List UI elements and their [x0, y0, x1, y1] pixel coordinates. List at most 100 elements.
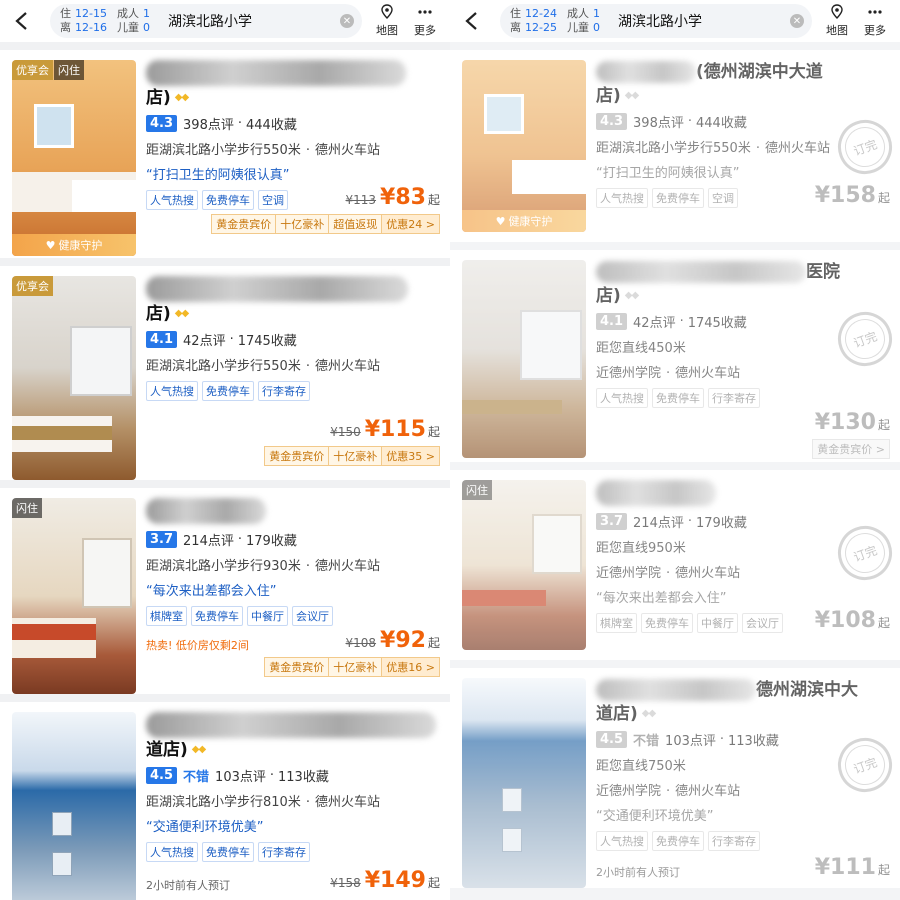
hotel-name-redacted [596, 61, 696, 83]
original-price: ¥150 [330, 425, 361, 439]
price: ¥111 [814, 855, 876, 880]
nearby-text: 近德州学院 [596, 784, 662, 799]
clear-icon[interactable]: ✕ [790, 14, 804, 28]
date-guest-summary[interactable]: 住 12-24 成人 1 离 12-25 儿童 0 [510, 7, 618, 35]
distance-text: 距湖滨北路小学步行810米 [146, 795, 301, 810]
rating-score: 4.3 [146, 115, 178, 132]
diamond-icon: ◆◆ [174, 308, 189, 319]
map-button[interactable]: 地图 [368, 4, 406, 38]
hotel-name[interactable]: 店) [146, 302, 171, 326]
rating-score: 4.1 [146, 331, 178, 348]
feature-chip: 免费停车 [191, 606, 243, 626]
hotel-photo[interactable] [12, 712, 136, 900]
rating-score: 4.5 [596, 731, 628, 748]
favorite-count: 444收藏 [696, 116, 747, 131]
rating-score: 4.5 [146, 767, 178, 784]
landmark-text: 德州火车站 [314, 143, 380, 158]
feature-chip: 行李寄存 [258, 842, 310, 862]
rating-score: 3.7 [596, 513, 628, 530]
hotel-photo[interactable]: 闪住 [12, 498, 136, 694]
favorite-count: 113收藏 [728, 734, 779, 749]
diamond-icon: ◆◆ [624, 90, 639, 101]
hotel-card[interactable]: 德州湖滨中大 道店) ◆◆ 4.5 不错 103点评 · 113收藏 距您直线75… [450, 668, 900, 888]
feature-chip: 人气热搜 [596, 188, 648, 208]
hotel-name[interactable]: 德州湖滨中大 [756, 678, 858, 702]
promo-strip[interactable]: 黄金贵宾价 十亿豪补 超值返现 优惠24 > [146, 214, 440, 234]
hotel-card[interactable]: 优享会 闪住 ♥ 健康守护 店) ◆◆ 4.3 398点评 · 444收藏 距湖滨… [0, 50, 450, 258]
nearby-text: 近德州学院 [596, 566, 662, 581]
feature-chip: 人气热搜 [146, 190, 198, 210]
search-keyword[interactable]: 湖滨北路小学 [168, 11, 340, 31]
hotel-photo[interactable] [462, 678, 586, 888]
hotel-name[interactable]: (德州湖滨中大道 [696, 60, 823, 84]
back-button[interactable] [456, 6, 486, 36]
back-button[interactable] [6, 6, 36, 36]
more-dots-icon [868, 10, 882, 14]
more-button[interactable]: 更多 [856, 4, 894, 38]
hotel-card[interactable]: 优享会 店) ◆◆ 4.1 42点评 · 1745收藏 距湖滨北路小学步行550米… [0, 266, 450, 480]
search-keyword[interactable]: 湖滨北路小学 [618, 11, 790, 31]
diamond-icon: ◆◆ [174, 92, 189, 103]
hotel-photo[interactable]: 优享会 闪住 ♥ 健康守护 [12, 60, 136, 256]
member-tag: 优享会 [12, 276, 53, 296]
feature-chip: 免费停车 [202, 842, 254, 862]
map-button[interactable]: 地图 [818, 4, 856, 38]
hotel-name[interactable]: 店) [146, 86, 171, 110]
rating-label: 不错 [633, 734, 660, 749]
hotel-name-redacted [596, 480, 716, 506]
hotel-name-line2: 店) [596, 286, 621, 306]
review-quote: “交通便利环境优美” [596, 809, 714, 824]
review-count: 42点评 [183, 334, 226, 349]
date-guest-summary[interactable]: 住 12-15 成人 1 离 12-16 儿童 0 [60, 7, 168, 35]
hotel-card[interactable]: ♥ 健康守护 (德州湖滨中大道 店) ◆◆ 4.3 398点评 · 444收藏 距… [450, 50, 900, 242]
hotel-name[interactable]: 医院 [806, 260, 840, 284]
health-badge: ♥ 健康守护 [462, 210, 586, 232]
clear-icon[interactable]: ✕ [340, 14, 354, 28]
feature-chip: 中餐厅 [697, 613, 738, 633]
rating-score: 4.3 [596, 113, 628, 130]
feature-chip: 中餐厅 [247, 606, 288, 626]
hotel-name-redacted [146, 276, 408, 302]
landmark-text: 德州火车站 [675, 366, 741, 381]
review-quote: “每次来出差都会入住” [146, 584, 277, 599]
feature-chip: 行李寄存 [708, 388, 760, 408]
hotel-card[interactable]: 闪住 3.7 214点评 · 179收藏 距您直线950米 近德州学院 · 德州火车… [450, 470, 900, 660]
feature-chip: 免费停车 [652, 188, 704, 208]
hotel-name-line2: 店) [596, 86, 621, 106]
feature-chip: 空调 [708, 188, 738, 208]
hotel-card[interactable]: 医院 店) ◆◆ 4.1 42点评 · 1745收藏 距您直线450米 近德州学院… [450, 250, 900, 462]
hotel-name-redacted [146, 60, 406, 86]
review-count: 214点评 [633, 516, 684, 531]
more-dots-icon [418, 10, 432, 14]
hotel-photo[interactable]: ♥ 健康守护 [462, 60, 586, 232]
review-quote: “每次来出差都会入住” [596, 591, 727, 606]
review-count: 214点评 [183, 534, 234, 549]
hotel-card[interactable]: 闪住 3.7 214点评 · 179收藏 距湖滨北路小学步行930米 · 德州火车站… [0, 488, 450, 694]
feature-chip: 免费停车 [202, 190, 254, 210]
hotel-name-redacted [596, 261, 806, 283]
promo-strip[interactable]: 黄金贵宾价 > [596, 439, 890, 459]
distance-text: 距湖滨北路小学步行550米 [596, 141, 751, 156]
feature-chip: 人气热搜 [596, 831, 648, 851]
review-count: 398点评 [183, 118, 234, 133]
original-price: ¥113 [345, 193, 377, 207]
more-button[interactable]: 更多 [406, 4, 444, 38]
hotel-photo[interactable] [462, 260, 586, 458]
promo-strip[interactable]: 黄金贵宾价 十亿豪补 优惠35 > [146, 446, 440, 466]
price: ¥115 [364, 417, 426, 442]
search-bar[interactable]: 住 12-15 成人 1 离 12-16 儿童 0 湖滨北路小学 ✕ [50, 4, 362, 38]
favorite-count: 113收藏 [278, 770, 329, 785]
hotel-photo[interactable]: 优享会 [12, 276, 136, 480]
hotel-name[interactable]: 道店) [146, 738, 188, 762]
promo-strip[interactable]: 黄金贵宾价 十亿豪补 优惠16 > [146, 657, 440, 677]
hotel-photo[interactable]: 闪住 [462, 480, 586, 650]
search-bar[interactable]: 住 12-24 成人 1 离 12-25 儿童 0 湖滨北路小学 ✕ [500, 4, 812, 38]
feature-chip: 人气热搜 [596, 388, 648, 408]
hotel-card[interactable]: 道店) ◆◆ 4.5 不错 103点评 · 113收藏 距湖滨北路小学步行810米… [0, 702, 450, 900]
flash-tag: 闪住 [12, 498, 42, 518]
right-panel: 住 12-24 成人 1 离 12-25 儿童 0 湖滨北路小学 ✕ 地图 更多 ♥ [450, 0, 900, 900]
original-price: ¥108 [345, 636, 377, 650]
feature-chip: 免费停车 [202, 381, 254, 401]
review-count: 398点评 [633, 116, 684, 131]
left-panel: 住12-15成人1 离12-16儿童0 湖滨北路小学 ✕ 地图 更多 [0, 0, 450, 900]
